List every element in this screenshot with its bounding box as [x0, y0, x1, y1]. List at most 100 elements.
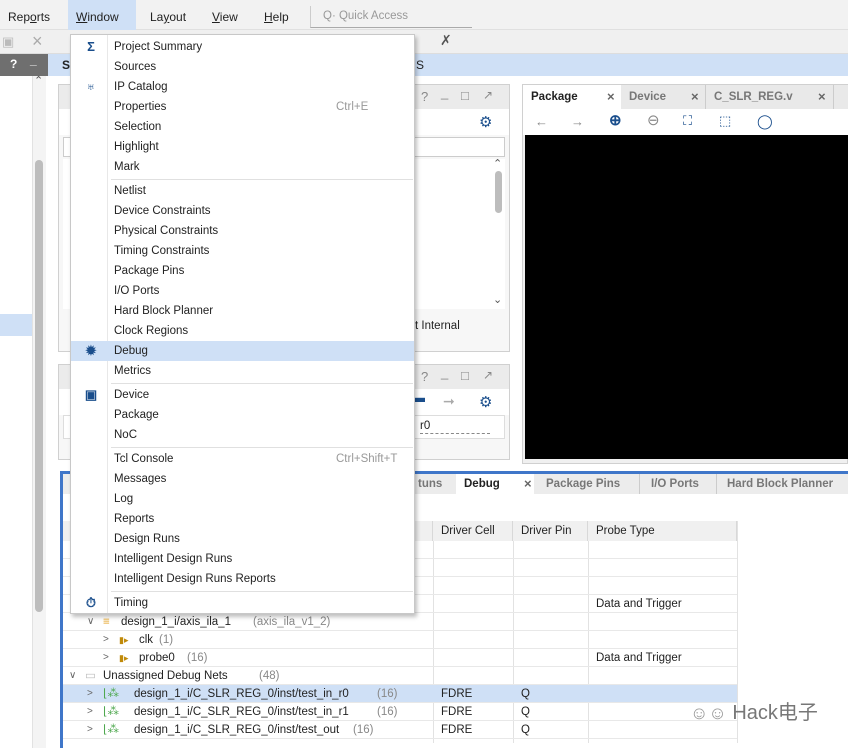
- tab-package[interactable]: Package ×: [523, 85, 621, 109]
- scrollbar-thumb[interactable]: [35, 160, 43, 612]
- float-icon[interactable]: ↗: [483, 368, 493, 382]
- tab-device[interactable]: Device ×: [621, 85, 706, 109]
- menu-item-physical-constraints[interactable]: Physical Constraints: [71, 221, 414, 241]
- auto-fit-icon[interactable]: ◯: [757, 112, 773, 130]
- scroll-up-icon[interactable]: ⌃: [493, 157, 502, 170]
- menu-item-highlight[interactable]: Highlight: [71, 137, 414, 157]
- tab-design-runs[interactable]: tuns: [410, 474, 458, 494]
- unroute-icon[interactable]: ✗: [440, 32, 452, 49]
- close-icon[interactable]: ×: [818, 85, 826, 109]
- tree-scrollbar[interactable]: ⌃ ⌄: [492, 157, 505, 309]
- menu-item-device[interactable]: ▣ Device: [71, 385, 414, 405]
- menu-item-reports[interactable]: Reports: [71, 509, 414, 529]
- maximize-icon[interactable]: □: [461, 368, 469, 383]
- collapse-icon[interactable]: ∨: [69, 667, 76, 685]
- tab-hard-block-planner[interactable]: Hard Block Planner: [719, 474, 848, 494]
- table-row[interactable]: > ▮▸ probe0 (16) Data and Trigger: [63, 649, 737, 667]
- table-row[interactable]: ∨ ▭ Unassigned Debug Nets (48): [63, 667, 737, 685]
- menu-item-i-o-ports[interactable]: I/O Ports: [71, 281, 414, 301]
- table-row[interactable]: > ⌊⁂ design_1_i/C_SLR_REG_0/inst/test_in…: [63, 685, 737, 703]
- menu-item-label: Log: [114, 493, 134, 505]
- menu-item-log[interactable]: Log: [71, 489, 414, 509]
- scrollbar-thumb[interactable]: [495, 171, 502, 213]
- menu-item-selection[interactable]: Selection: [71, 117, 414, 137]
- menu-window[interactable]: Window: [68, 0, 136, 30]
- menu-item-intelligent-design-runs-reports[interactable]: Intelligent Design Runs Reports: [71, 569, 414, 589]
- zoom-fit-icon[interactable]: ⛶: [683, 112, 692, 130]
- menu-item-timing-constraints[interactable]: Timing Constraints: [71, 241, 414, 261]
- column-header-probe-type[interactable]: Probe Type: [588, 521, 737, 541]
- paste-icon[interactable]: ▣: [2, 34, 14, 50]
- minimize-icon[interactable]: _: [441, 365, 448, 380]
- menu-item-debug[interactable]: ✹ Debug: [71, 341, 414, 361]
- minimize-icon[interactable]: _: [441, 85, 448, 100]
- tab-debug[interactable]: Debug ×: [456, 474, 534, 494]
- net-icon: ⌊⁂: [103, 706, 119, 718]
- menu-item-netlist[interactable]: Netlist: [71, 181, 414, 201]
- quick-access-input[interactable]: Q· Quick Access: [310, 6, 472, 28]
- menu-item-intelligent-design-runs[interactable]: Intelligent Design Runs: [71, 549, 414, 569]
- column-header-driver-cell[interactable]: Driver Cell: [433, 521, 513, 541]
- menu-item-package-pins[interactable]: Package Pins: [71, 261, 414, 281]
- tab-package-pins[interactable]: Package Pins: [538, 474, 640, 494]
- table-row[interactable]: > ▮▸ clk (1): [63, 631, 737, 649]
- zoom-out-icon[interactable]: ⊖: [647, 112, 660, 130]
- menu-item-timing[interactable]: ⏱ Timing: [71, 593, 414, 613]
- collapse-icon[interactable]: ∨: [87, 613, 94, 631]
- expand-icon[interactable]: >: [87, 703, 93, 721]
- menu-item-package[interactable]: Package: [71, 405, 414, 425]
- table-row[interactable]: > ⌊⁂ design_1_i/C_SLR_REG_0/inst/test_ou…: [63, 721, 737, 739]
- package-canvas[interactable]: [525, 135, 848, 459]
- expand-icon[interactable]: >: [103, 631, 109, 649]
- menu-item-project-summary[interactable]: Σ Project Summary: [71, 37, 414, 57]
- menu-item-device-constraints[interactable]: Device Constraints: [71, 201, 414, 221]
- menu-reports[interactable]: Reports: [0, 0, 58, 30]
- menu-item-sources[interactable]: Sources: [71, 57, 414, 77]
- expand-icon[interactable]: >: [87, 685, 93, 703]
- float-icon[interactable]: ↗: [483, 88, 493, 102]
- menu-item-properties[interactable]: Properties Ctrl+E: [71, 97, 414, 117]
- help-icon[interactable]: ?: [421, 369, 428, 384]
- scroll-up-icon[interactable]: ⌃: [34, 74, 43, 87]
- close-icon[interactable]: ×: [691, 85, 699, 109]
- back-icon[interactable]: ←: [535, 113, 548, 131]
- minimize-button[interactable]: _: [30, 53, 37, 67]
- flow-navigator-selected-item[interactable]: [0, 314, 32, 336]
- scroll-down-icon[interactable]: ⌄: [493, 293, 502, 306]
- menu-item-label: Sources: [114, 61, 157, 73]
- menu-item-hard-block-planner[interactable]: Hard Block Planner: [71, 301, 414, 321]
- menu-help[interactable]: Help: [256, 0, 297, 30]
- help-icon[interactable]: ?: [421, 89, 428, 104]
- settings-gear-icon[interactable]: ⚙: [479, 393, 492, 411]
- menu-item-tcl-console[interactable]: Tcl Console Ctrl+Shift+T: [71, 449, 414, 469]
- table-row[interactable]: > ⌊⁂ design_1_i/C_SLR_REG_0/inst/test_in…: [63, 703, 737, 721]
- close-icon[interactable]: ×: [524, 474, 532, 494]
- forward-icon[interactable]: →: [571, 113, 584, 131]
- device-view-panel: Package × Device × C_SLR_REG.v × ← → ⊕ ⊖…: [522, 84, 848, 464]
- tab-io-ports[interactable]: I/O Ports: [643, 474, 717, 494]
- menu-separator: [111, 591, 413, 592]
- menu-item-messages[interactable]: Messages: [71, 469, 414, 489]
- maximize-icon[interactable]: □: [461, 88, 469, 103]
- menu-layout[interactable]: Layout: [142, 0, 194, 30]
- zoom-in-icon[interactable]: ⊕: [609, 112, 622, 130]
- menu-view[interactable]: View: [204, 0, 246, 30]
- zoom-selected-icon[interactable]: ⬚: [719, 112, 731, 130]
- close-icon[interactable]: ×: [607, 85, 615, 109]
- forward-arrow-icon[interactable]: ➞: [443, 393, 455, 410]
- column-header-driver-pin[interactable]: Driver Pin: [513, 521, 588, 541]
- menu-item-clock-regions[interactable]: Clock Regions: [71, 321, 414, 341]
- delete-icon[interactable]: ×: [32, 31, 43, 52]
- menu-item-design-runs[interactable]: Design Runs: [71, 529, 414, 549]
- table-row[interactable]: ∨ ≡ design_1_i/axis_ila_1 (axis_ila_v1_2…: [63, 613, 737, 631]
- menu-item-noc[interactable]: NoC: [71, 425, 414, 445]
- tab-c-slr-reg-v[interactable]: C_SLR_REG.v ×: [706, 85, 834, 109]
- expand-icon[interactable]: >: [103, 649, 109, 667]
- help-button[interactable]: ?: [10, 57, 17, 71]
- settings-gear-icon[interactable]: ⚙: [479, 113, 492, 131]
- menu-item-mark[interactable]: Mark: [71, 157, 414, 177]
- expand-icon[interactable]: >: [87, 721, 93, 739]
- menu-item-metrics[interactable]: Metrics: [71, 361, 414, 381]
- menu-item-ip-catalog[interactable]: ♅ IP Catalog: [71, 77, 414, 97]
- menu-item-label: Project Summary: [114, 41, 203, 53]
